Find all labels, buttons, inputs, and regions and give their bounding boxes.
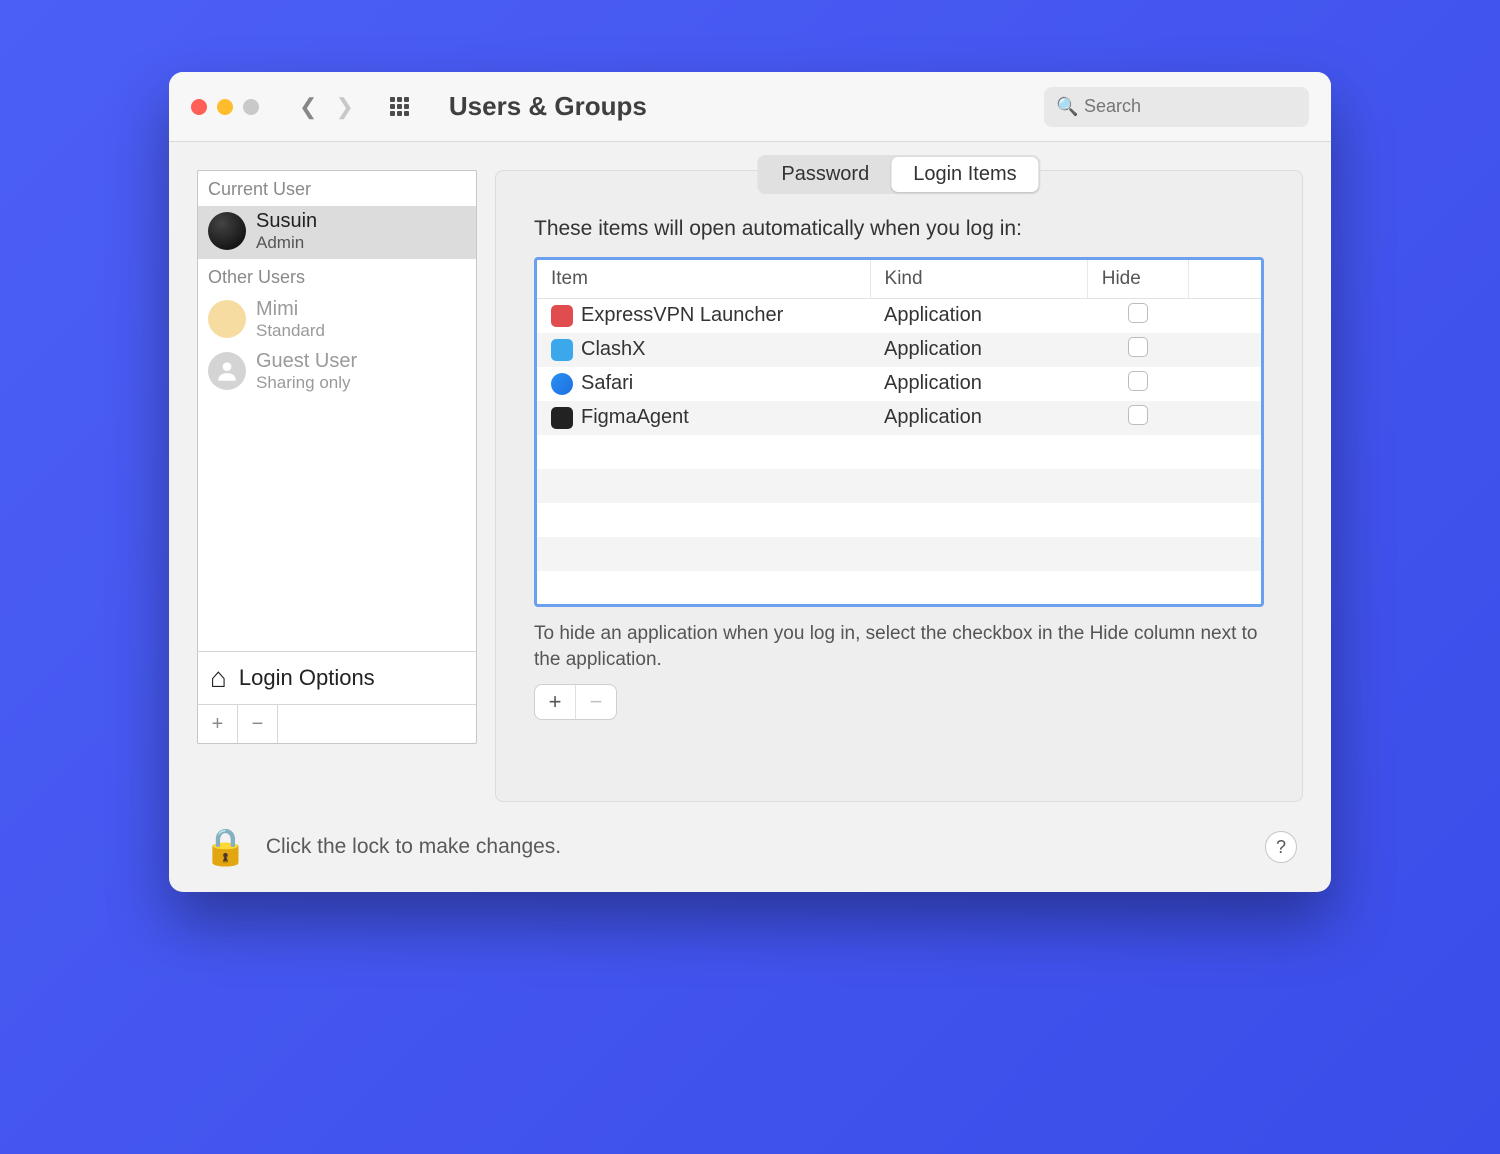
app-icon xyxy=(551,407,573,429)
avatar xyxy=(208,212,246,250)
close-button[interactable] xyxy=(191,99,207,115)
item-kind: Application xyxy=(870,333,1087,367)
lock-icon[interactable]: 🔒 xyxy=(203,826,248,868)
table-row[interactable]: Safari Application xyxy=(537,367,1261,401)
forward-button[interactable]: ❯ xyxy=(335,94,353,120)
user-info: Susuin Admin xyxy=(256,210,317,253)
main-panel: Password Login Items These items will op… xyxy=(495,170,1303,802)
show-all-icon[interactable] xyxy=(390,97,409,116)
login-items-table-wrap: Item Kind Hide ExpressVPN Launcher Appli… xyxy=(534,257,1264,607)
item-kind: Application xyxy=(870,401,1087,435)
col-kind[interactable]: Kind xyxy=(870,260,1087,299)
user-row-current[interactable]: Susuin Admin xyxy=(198,206,476,259)
col-item[interactable]: Item xyxy=(537,260,870,299)
window-title: Users & Groups xyxy=(449,91,647,122)
user-info: Mimi Standard xyxy=(256,298,325,341)
help-button[interactable]: ? xyxy=(1265,831,1297,863)
users-sidebar: Current User Susuin Admin Other Users Mi… xyxy=(197,170,477,744)
lock-text: Click the lock to make changes. xyxy=(266,835,561,859)
login-options-label: Login Options xyxy=(239,665,375,691)
add-user-button[interactable]: + xyxy=(198,705,238,743)
app-icon xyxy=(551,305,573,327)
tab-control: Password Login Items xyxy=(757,155,1040,194)
table-row[interactable]: FigmaAgent Application xyxy=(537,401,1261,435)
col-hide[interactable]: Hide xyxy=(1087,260,1188,299)
search-wrap: 🔍 xyxy=(1044,87,1309,127)
sidebar-footer: + − xyxy=(198,704,476,743)
app-icon xyxy=(551,339,573,361)
body: Current User Susuin Admin Other Users Mi… xyxy=(169,142,1331,802)
minimize-button[interactable] xyxy=(217,99,233,115)
item-name: ExpressVPN Launcher xyxy=(581,304,783,327)
item-name: FigmaAgent xyxy=(581,406,689,429)
search-input[interactable] xyxy=(1044,87,1309,127)
avatar xyxy=(208,300,246,338)
prefs-window: ❮ ❯ Users & Groups 🔍 Current User Susuin… xyxy=(169,72,1331,892)
user-row-other[interactable]: Mimi Standard xyxy=(198,294,476,347)
hint-text: To hide an application when you log in, … xyxy=(534,621,1264,672)
user-name: Mimi xyxy=(256,298,325,321)
nav-arrows: ❮ ❯ xyxy=(299,94,354,120)
item-name: Safari xyxy=(581,372,633,395)
current-user-label: Current User xyxy=(198,171,476,206)
item-name: ClashX xyxy=(581,338,645,361)
hide-checkbox[interactable] xyxy=(1128,405,1148,425)
user-name: Guest User xyxy=(256,350,357,373)
remove-user-button[interactable]: − xyxy=(238,705,278,743)
remove-item-button[interactable]: − xyxy=(576,685,616,719)
login-items-table: Item Kind Hide ExpressVPN Launcher Appli… xyxy=(537,260,1261,605)
user-role: Sharing only xyxy=(256,373,357,393)
login-items-body: ExpressVPN Launcher Application ClashX A… xyxy=(537,299,1261,605)
user-role: Admin xyxy=(256,233,317,253)
hide-checkbox[interactable] xyxy=(1128,371,1148,391)
traffic-lights xyxy=(191,99,259,115)
add-remove-buttons: + − xyxy=(534,684,617,720)
house-icon: ⌂ xyxy=(210,662,227,694)
table-row[interactable]: ExpressVPN Launcher Application xyxy=(537,299,1261,333)
col-spacer xyxy=(1189,260,1261,299)
app-icon xyxy=(551,373,573,395)
add-item-button[interactable]: + xyxy=(535,685,575,719)
user-info: Guest User Sharing only xyxy=(256,350,357,393)
maximize-button[interactable] xyxy=(243,99,259,115)
user-role: Standard xyxy=(256,321,325,341)
tab-login-items[interactable]: Login Items xyxy=(891,157,1038,192)
footer: 🔒 Click the lock to make changes. ? xyxy=(169,802,1331,892)
back-button[interactable]: ❮ xyxy=(299,94,317,120)
search-icon: 🔍 xyxy=(1056,96,1078,117)
avatar xyxy=(208,352,246,390)
hide-checkbox[interactable] xyxy=(1128,337,1148,357)
item-kind: Application xyxy=(870,367,1087,401)
user-name: Susuin xyxy=(256,210,317,233)
titlebar: ❮ ❯ Users & Groups 🔍 xyxy=(169,72,1331,142)
sidebar-spacer xyxy=(198,399,476,651)
hide-checkbox[interactable] xyxy=(1128,303,1148,323)
login-options-button[interactable]: ⌂ Login Options xyxy=(198,651,476,704)
other-users-label: Other Users xyxy=(198,259,476,294)
item-kind: Application xyxy=(870,299,1087,333)
user-row-guest[interactable]: Guest User Sharing only xyxy=(198,346,476,399)
table-row[interactable]: ClashX Application xyxy=(537,333,1261,367)
tab-password[interactable]: Password xyxy=(759,157,891,192)
sidebar-footer-spacer xyxy=(278,705,476,743)
